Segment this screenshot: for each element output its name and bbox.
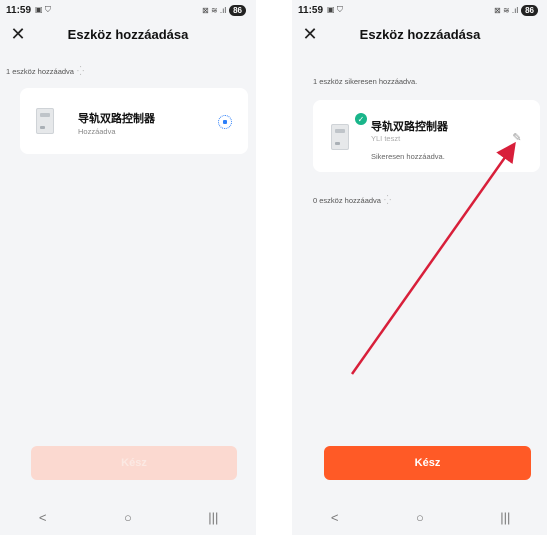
app-header: ✕ Eszköz hozzáadása (292, 22, 547, 46)
device-room: YLI teszt (371, 134, 401, 143)
signal-icons: ⊠ ≋ .ıl (494, 5, 519, 15)
system-nav-bar: < ○ ||| (0, 500, 256, 535)
added-count-label: 1 eszköz hozzáadva ⁛ (6, 66, 84, 77)
nav-recents-button[interactable]: ||| (193, 510, 233, 525)
battery-icon: 86 (521, 4, 538, 16)
nav-home-button[interactable]: ○ (108, 510, 148, 525)
spinner-icon: ⁛ (383, 195, 392, 205)
done-button-disabled: Kész (31, 446, 237, 480)
status-bar: 11:59 ▣ ⛉ ⊠ ≋ .ıl 86 (292, 0, 547, 20)
status-notification-icons: ▣ ⛉ (35, 5, 51, 14)
pending-count-text: 0 eszköz hozzáadva (313, 196, 381, 205)
nav-back-button[interactable]: < (23, 510, 63, 525)
status-notification-icons: ▣ ⛉ (327, 5, 343, 14)
status-right: ⊠ ≋ .ıl 86 (202, 4, 246, 16)
nav-back-button[interactable]: < (315, 510, 355, 525)
success-count-label: 1 eszköz sikeresen hozzáadva. (313, 77, 417, 86)
phone-screen-success: 11:59 ▣ ⛉ ⊠ ≋ .ıl 86 ✕ Eszköz hozzáadása… (292, 0, 547, 535)
signal-icons: ⊠ ≋ .ıl (202, 5, 227, 15)
app-header: ✕ Eszköz hozzáadása (0, 22, 256, 46)
close-icon[interactable]: ✕ (8, 24, 28, 44)
device-card[interactable]: ✓ 导轨双路控制器 YLI teszt Sikeresen hozzáadva.… (313, 100, 540, 172)
nav-recents-button[interactable]: ||| (485, 510, 525, 525)
spinner-icon: ⁛ (76, 66, 85, 76)
status-time: 11:59 (6, 4, 32, 16)
pending-count-label: 0 eszköz hozzáadva ⁛ (313, 195, 391, 206)
status-right: ⊠ ≋ .ıl 86 (494, 4, 538, 16)
status-bar: 11:59 ▣ ⛉ ⊠ ≋ .ıl 86 (0, 0, 256, 20)
page-title: Eszköz hozzáadása (67, 26, 189, 42)
device-result: Sikeresen hozzáadva. (371, 152, 445, 161)
status-left: 11:59 ▣ ⛉ (6, 5, 51, 16)
close-icon[interactable]: ✕ (300, 24, 320, 44)
page-title: Eszköz hozzáadása (359, 26, 481, 42)
battery-icon: 86 (229, 4, 246, 16)
added-count-text: 1 eszköz hozzáadva (6, 67, 74, 76)
device-card[interactable]: 导轨双路控制器 Hozzáadva (20, 88, 248, 154)
success-count-text: 1 eszköz sikeresen hozzáadva. (313, 77, 418, 86)
device-name: 导轨双路控制器 (78, 113, 155, 125)
done-button[interactable]: Kész (324, 446, 531, 480)
status-left: 11:59 ▣ ⛉ (298, 5, 343, 16)
phone-screen-adding: 11:59 ▣ ⛉ ⊠ ≋ .ıl 86 ✕ Eszköz hozzáadása… (0, 0, 256, 535)
device-thumbnail (331, 124, 349, 150)
device-thumbnail (36, 108, 54, 134)
device-name: 导轨双路控制器 (371, 121, 448, 133)
status-time: 11:59 (298, 4, 324, 16)
pencil-icon[interactable]: ✎ (510, 130, 524, 144)
device-status: Hozzáadva (78, 127, 116, 136)
system-nav-bar: < ○ ||| (292, 500, 547, 535)
nav-home-button[interactable]: ○ (400, 510, 440, 525)
progress-icon (218, 115, 232, 129)
check-icon: ✓ (355, 113, 367, 125)
